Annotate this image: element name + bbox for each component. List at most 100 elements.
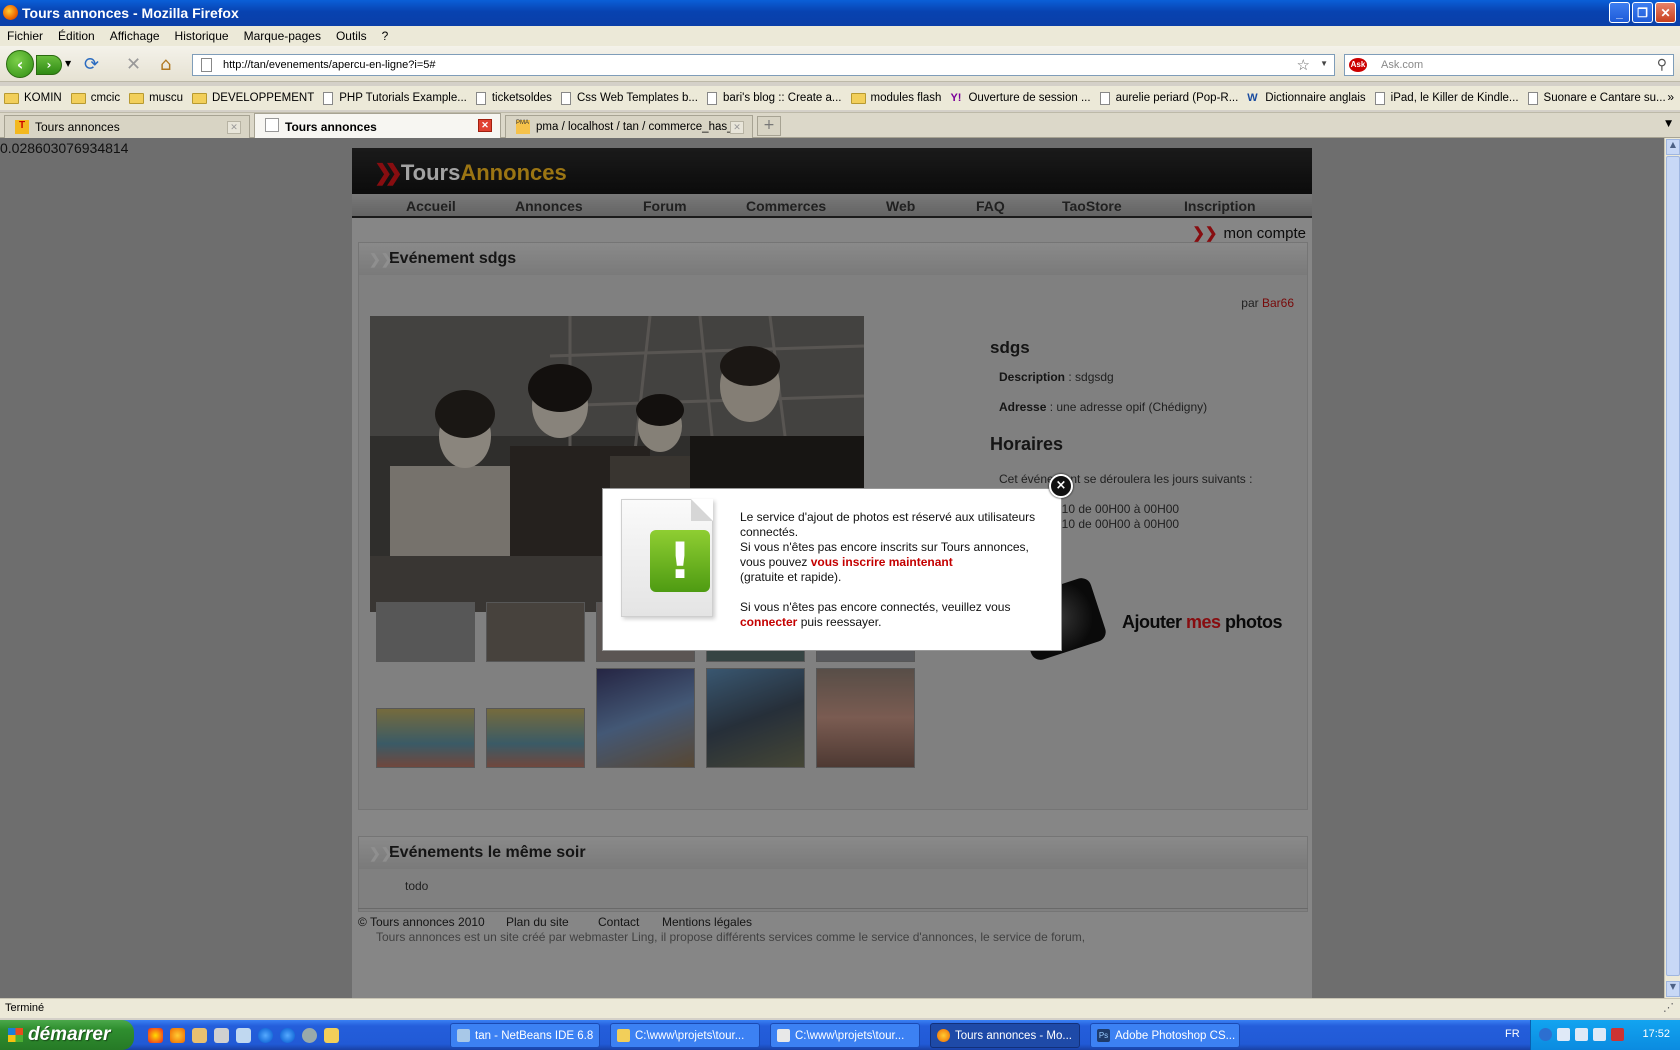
folder-icon xyxy=(4,92,19,104)
folder-quicklaunch-icon[interactable] xyxy=(324,1028,339,1043)
bookmark-item[interactable]: cmcic xyxy=(70,92,121,104)
media-quicklaunch-icon[interactable] xyxy=(302,1028,317,1043)
register-link[interactable]: vous inscrire maintenant xyxy=(811,555,953,569)
firefox-quicklaunch-icon[interactable] xyxy=(170,1028,185,1043)
bookmark-item[interactable]: iPad, le Killer de Kindle... xyxy=(1374,91,1519,105)
close-tab-icon[interactable]: ✕ xyxy=(478,119,492,132)
url-bar[interactable]: http://tan/evenements/apercu-en-ligne?i=… xyxy=(192,54,1335,76)
tab-bar: T Tours annonces ✕ Tours annonces ✕ PMA … xyxy=(0,112,1680,139)
bookmark-item[interactable]: Y! Ouverture de session ... xyxy=(950,92,1090,104)
system-tray: FR 17:52 xyxy=(1505,1020,1680,1050)
menu-affichage[interactable]: Affichage xyxy=(103,29,168,43)
tool-quicklaunch-icon[interactable] xyxy=(214,1028,229,1043)
page-icon xyxy=(475,91,486,105)
bookmark-item[interactable]: Suonare e Cantare su... xyxy=(1527,91,1666,105)
task-label: C:\www\projets\tour... xyxy=(635,1029,745,1042)
menu-outils[interactable]: Outils xyxy=(329,29,375,43)
bookmark-item[interactable]: muscu xyxy=(129,92,183,104)
chrome-quicklaunch-icon[interactable] xyxy=(148,1028,163,1043)
login-link[interactable]: connecter xyxy=(740,615,797,629)
language-indicator[interactable]: FR xyxy=(1505,1028,1520,1040)
page-icon xyxy=(201,58,212,72)
tray-bluetooth-icon[interactable] xyxy=(1575,1028,1588,1041)
yahoo-icon: Y! xyxy=(950,92,962,104)
scroll-thumb[interactable] xyxy=(1666,156,1680,976)
search-icon[interactable]: ⚲ xyxy=(1657,56,1667,73)
bookmark-item[interactable]: Css Web Templates b... xyxy=(560,91,698,105)
wordreference-icon: W xyxy=(1247,92,1258,104)
bookmark-item[interactable]: bari's blog :: Create a... xyxy=(706,91,842,105)
bookmark-star-icon[interactable]: ☆ xyxy=(1297,56,1310,74)
menu-fichier[interactable]: Fichier xyxy=(0,29,51,43)
new-tab-button[interactable]: + xyxy=(757,116,781,136)
menu-edition[interactable]: Édition xyxy=(51,29,103,43)
task-photoshop[interactable]: Ps Adobe Photoshop CS... xyxy=(1090,1023,1240,1048)
bookmark-label: cmcic xyxy=(90,92,121,104)
ie-quicklaunch-icon[interactable] xyxy=(258,1028,273,1043)
tab-tours-annonces-1[interactable]: T Tours annonces ✕ xyxy=(4,115,250,138)
home-icon[interactable]: ⌂ xyxy=(160,54,171,75)
ask-engine-icon[interactable]: Ask xyxy=(1349,58,1367,72)
start-button[interactable]: démarrer xyxy=(0,1020,134,1050)
stop-icon[interactable]: ✕ xyxy=(126,54,141,75)
history-dropdown-icon[interactable]: ▼ xyxy=(65,59,71,68)
tray-volume-icon[interactable] xyxy=(1593,1028,1606,1041)
bookmark-item[interactable]: KOMIN xyxy=(4,92,62,104)
url-dropdown-icon[interactable]: ▼ xyxy=(1320,59,1328,68)
photoshop-icon: Ps xyxy=(1097,1029,1110,1042)
bookmark-label: DEVELOPPEMENT xyxy=(211,92,315,104)
tab-list-dropdown-icon[interactable]: ▼ xyxy=(1665,119,1672,129)
scroll-up-arrow-icon[interactable]: ▲ xyxy=(1666,139,1680,155)
scroll-down-arrow-icon[interactable]: ▼ xyxy=(1666,981,1680,997)
tab-phpmyadmin[interactable]: PMA pma / localhost / tan / commerce_has… xyxy=(505,115,753,138)
page-icon xyxy=(1374,91,1385,105)
close-tab-icon[interactable]: ✕ xyxy=(227,121,241,134)
tab-tours-annonces-2[interactable]: Tours annonces ✕ xyxy=(254,113,501,139)
task-explorer-1[interactable]: C:\www\projets\tour... xyxy=(610,1023,760,1048)
bookmark-label: iPad, le Killer de Kindle... xyxy=(1390,92,1519,104)
forward-button[interactable]: › xyxy=(36,55,62,75)
bookmark-item[interactable]: modules flash xyxy=(850,92,941,104)
dialog-line-3b: puis reessayer. xyxy=(797,615,882,629)
tab-label: pma / localhost / tan / commerce_has_... xyxy=(536,121,744,133)
dialog-line-3: Si vous n'êtes pas encore connectés, veu… xyxy=(740,600,1011,614)
warning-document-icon: ! xyxy=(621,499,713,617)
resize-grip-icon[interactable]: ⋰ xyxy=(1663,1001,1674,1014)
back-button[interactable]: ‹ xyxy=(6,50,34,78)
app-quicklaunch-icon[interactable] xyxy=(236,1028,251,1043)
tray-security-icon[interactable] xyxy=(1611,1028,1624,1041)
task-firefox[interactable]: Tours annonces - Mo... xyxy=(930,1023,1080,1048)
menu-historique[interactable]: Historique xyxy=(168,29,237,43)
bookmark-label: PHP Tutorials Example... xyxy=(339,92,467,104)
page-icon xyxy=(323,91,334,105)
bookmark-item[interactable]: ticketsoldes xyxy=(475,91,552,105)
task-netbeans[interactable]: tan - NetBeans IDE 6.8 xyxy=(450,1023,600,1048)
vertical-scrollbar[interactable]: ▲ ▼ xyxy=(1664,138,1680,998)
tray-arrow-icon[interactable] xyxy=(1539,1028,1552,1041)
minimize-button[interactable]: _ xyxy=(1609,2,1630,23)
task-explorer-2[interactable]: C:\www\projets\tour... xyxy=(770,1023,920,1048)
folder-icon xyxy=(129,92,145,104)
folder-icon xyxy=(191,92,207,104)
menu-help[interactable]: ? xyxy=(375,29,397,43)
bookmark-item[interactable]: aurelie periard (Pop-R... xyxy=(1099,91,1238,105)
menu-marque-pages[interactable]: Marque-pages xyxy=(237,29,329,43)
close-dialog-button[interactable]: × xyxy=(1049,474,1073,498)
user-quicklaunch-icon[interactable] xyxy=(192,1028,207,1043)
search-placeholder: Ask.com xyxy=(1381,59,1424,71)
bookmark-label: muscu xyxy=(149,92,183,104)
tray-network-icon[interactable] xyxy=(1557,1028,1570,1041)
more-bookmarks-chevron-icon[interactable]: » xyxy=(1667,90,1674,104)
windows-flag-icon xyxy=(8,1028,23,1042)
reload-icon[interactable]: ⟳ xyxy=(84,54,99,75)
close-tab-icon[interactable]: ✕ xyxy=(730,121,744,134)
bookmark-item[interactable]: W Dictionnaire anglais xyxy=(1247,92,1365,104)
task-label: Tours annonces - Mo... xyxy=(955,1029,1072,1042)
ie-quicklaunch-icon[interactable] xyxy=(280,1028,295,1043)
maximize-button[interactable]: ❐ xyxy=(1632,2,1653,23)
search-input[interactable]: Ask Ask.com ⚲ xyxy=(1344,54,1674,76)
bookmark-item[interactable]: DEVELOPPEMENT xyxy=(191,92,315,104)
dialog-line-2b: (gratuite et rapide). xyxy=(740,570,842,584)
close-window-button[interactable]: ✕ xyxy=(1655,2,1676,23)
bookmark-item[interactable]: PHP Tutorials Example... xyxy=(323,91,467,105)
